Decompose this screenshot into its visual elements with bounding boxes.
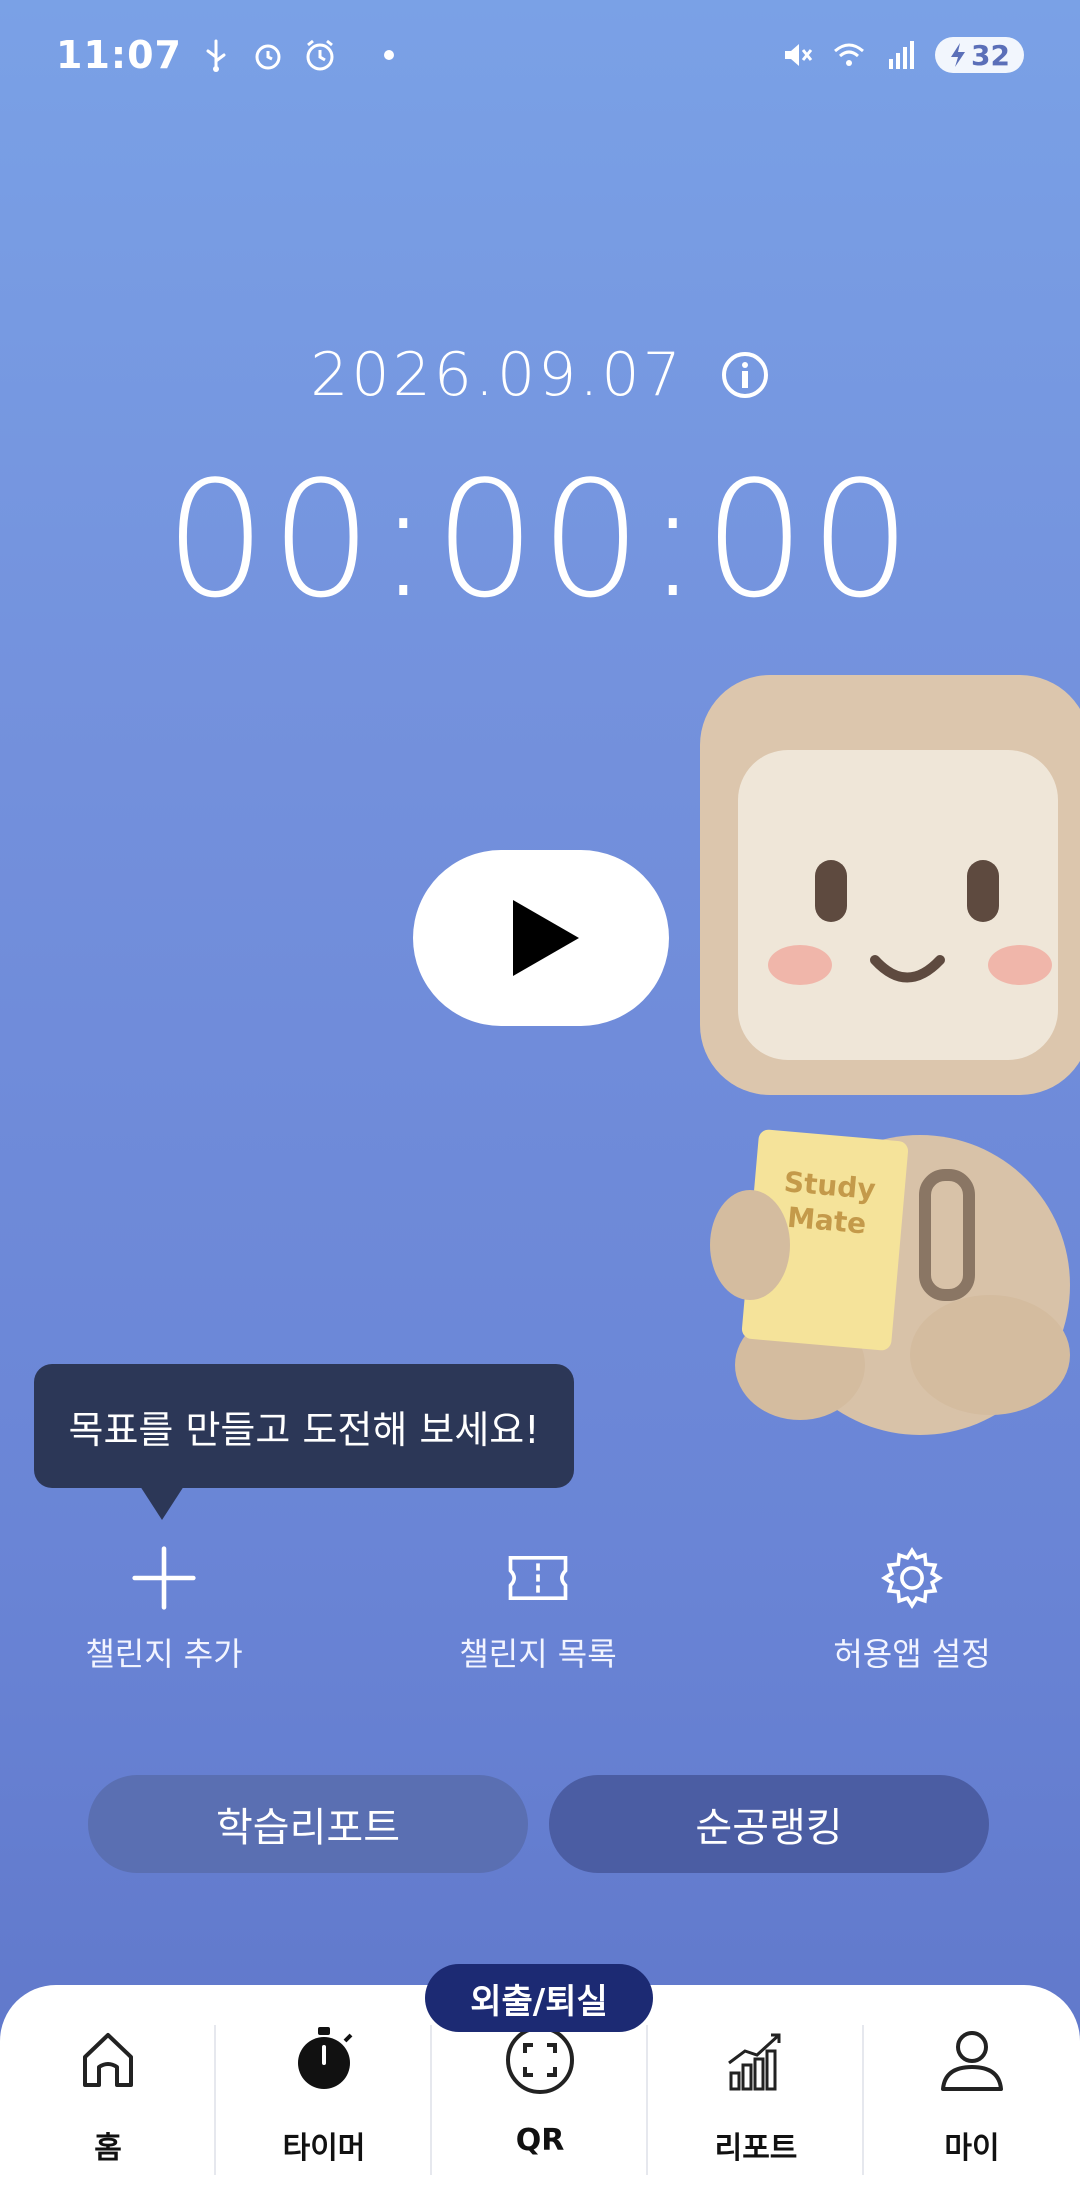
plus-icon [132, 1546, 196, 1610]
svg-text:Mate: Mate [786, 1201, 868, 1241]
nav-report-label: 리포트 [714, 2131, 798, 2166]
study-report-button[interactable]: 학습리포트 [88, 1775, 528, 1873]
status-left: 11:07 [56, 33, 394, 77]
mute-icon [785, 44, 813, 66]
stopwatch-icon [298, 2027, 353, 2089]
study-ranking-button[interactable]: 순공랭킹 [549, 1775, 989, 1873]
date-row: 2026.09.07 [0, 340, 1080, 410]
usb-icon [206, 39, 226, 72]
signal-icon [889, 41, 915, 69]
timer-date: 2026.09.07 [310, 340, 684, 410]
play-icon [513, 900, 579, 976]
timer-display: 00:00:00 [164, 446, 916, 633]
alarm-clock-icon [306, 39, 334, 71]
play-button[interactable] [413, 850, 669, 1026]
status-time: 11:07 [56, 33, 182, 77]
nav-home[interactable]: 홈 [0, 2025, 216, 2175]
info-icon[interactable] [720, 350, 770, 400]
chart-icon [728, 2033, 781, 2091]
outing-checkout-button[interactable]: 외출/퇴실 [425, 1964, 653, 2032]
nav-qr-label: QR [515, 2123, 565, 2158]
ticket-icon [508, 1556, 568, 1600]
nav-my-label: 마이 [944, 2131, 1000, 2166]
challenge-list-label: 챌린지 목록 [459, 1635, 617, 1673]
alarm-icon [255, 44, 281, 70]
gear-icon [881, 1547, 943, 1609]
mascot-illustration: Study Mate [700, 675, 1080, 1435]
tooltip-arrow [140, 1486, 184, 1520]
notification-dot [383, 50, 394, 60]
nav-timer[interactable]: 타이머 [216, 2025, 432, 2175]
qr-scan-icon [506, 2026, 574, 2094]
add-challenge-button[interactable]: 챌린지 추가 [14, 1545, 314, 1675]
status-right: 32 [779, 37, 1024, 73]
nav-home-label: 홈 [94, 2131, 122, 2166]
allowed-apps-settings-button[interactable]: 허용앱 설정 [762, 1545, 1062, 1675]
charging-icon [951, 43, 966, 67]
challenge-tooltip: 목표를 만들고 도전해 보세요! [34, 1364, 574, 1488]
person-icon [941, 2031, 1003, 2091]
status-bar: 11:07 32 [0, 0, 1080, 110]
nav-my[interactable]: 마이 [864, 2025, 1080, 2175]
wifi-icon [834, 43, 865, 66]
nav-report[interactable]: 리포트 [648, 2025, 864, 2175]
challenge-list-button[interactable]: 챌린지 목록 [388, 1545, 688, 1675]
nav-timer-label: 타이머 [282, 2131, 366, 2166]
battery-indicator: 32 [935, 37, 1024, 73]
home-icon [83, 2033, 133, 2087]
add-challenge-label: 챌린지 추가 [85, 1635, 243, 1673]
battery-level: 32 [971, 38, 1010, 72]
nav-qr[interactable]: QR [432, 2025, 648, 2175]
allowed-apps-label: 허용앱 설정 [833, 1635, 991, 1673]
